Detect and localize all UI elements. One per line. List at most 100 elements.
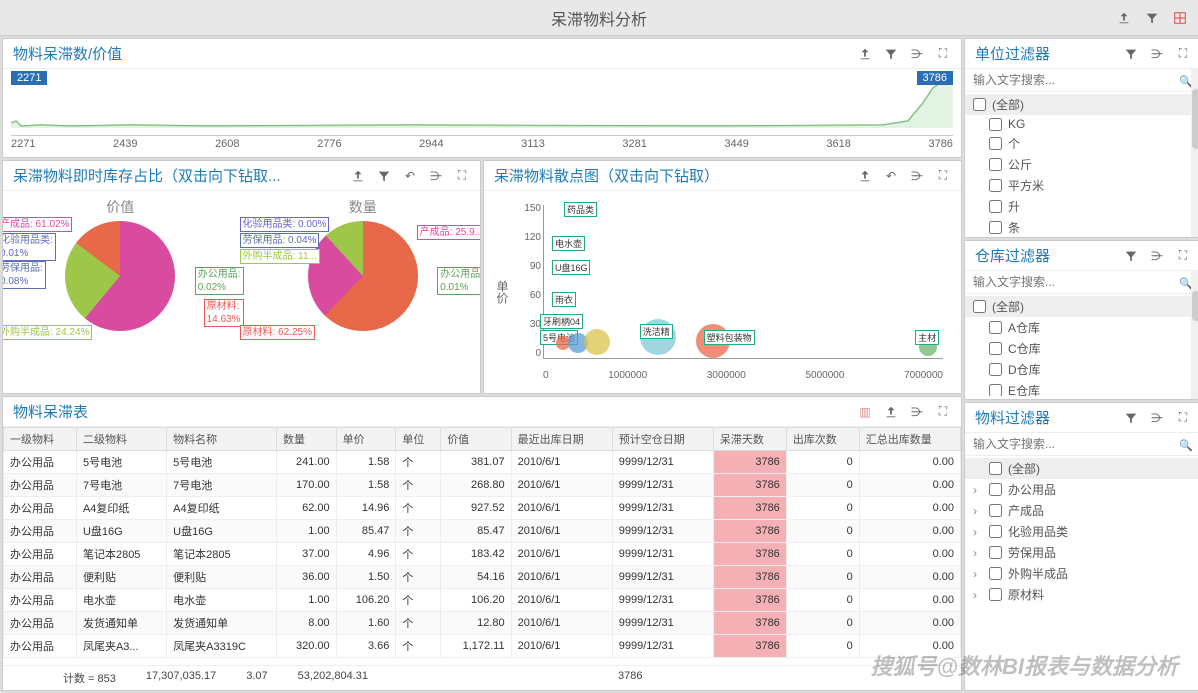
filter-item[interactable]: 条 [973, 217, 1193, 234]
table-header[interactable]: 出库次数 [786, 428, 859, 451]
pie1-subtitle: 价值 [106, 197, 134, 217]
table-header[interactable]: 二级物料 [76, 428, 166, 451]
filter-item[interactable]: 升 [973, 196, 1193, 217]
grid-icon[interactable] [1172, 10, 1188, 26]
export-icon[interactable] [883, 404, 899, 420]
expand-icon[interactable]: ⛶ [935, 168, 951, 184]
titlebar: 呆滞物料分析 [0, 0, 1198, 36]
filter-wh-search[interactable] [965, 271, 1198, 294]
table-title: 物料呆滞表 [13, 401, 88, 422]
options-icon[interactable]: ⋺ [909, 168, 925, 184]
filter-icon[interactable] [883, 46, 899, 62]
scatter-title: 呆滞物料散点图（双击向下钻取） [494, 165, 719, 186]
titlebar-tools [1116, 10, 1188, 26]
scatter-chart[interactable]: 030 6090 120150 药品类 电水壶 U盘16G 雨衣 牙刷柄04 5… [513, 195, 953, 389]
options-icon[interactable]: ⋺ [428, 168, 444, 184]
table-header[interactable]: 一级物料 [4, 428, 77, 451]
filter-item[interactable]: › 外购半成品 [973, 563, 1193, 584]
table-row[interactable]: 办公用品凤尾夹A3...凤尾夹A3319C320.003.66个1,172.11… [4, 635, 961, 658]
line-chart[interactable]: 2271 3786 22712439 26082776 29443113 328… [3, 69, 961, 157]
filter-icon[interactable] [1123, 410, 1139, 426]
filter-item[interactable]: 公斤 [973, 154, 1193, 175]
expand-icon[interactable]: ⛶ [1175, 410, 1191, 426]
table-row[interactable]: 办公用品A4复印纸A4复印纸62.0014.96个927.522010/6/19… [4, 497, 961, 520]
topline-title: 物料呆滞数/价值 [13, 43, 122, 64]
scrollbar-thumb[interactable] [1192, 89, 1198, 149]
panel-table: 物料呆滞表 ▥ ⋺ ⛶ 一级物料二级物料物料名称数量单价单位价值最近出库日期预计… [2, 396, 962, 691]
filter-item-all[interactable]: (全部) [965, 296, 1198, 317]
scrollbar-thumb[interactable] [1192, 291, 1198, 321]
table-header[interactable]: 价值 [441, 428, 511, 451]
table-row[interactable]: 办公用品发货通知单发货通知单8.001.60个12.802010/6/19999… [4, 612, 961, 635]
filter-mat-title: 物料过滤器 [975, 407, 1050, 428]
filter-item[interactable]: D仓库 [973, 359, 1193, 380]
scatter-ylabel: 单价 [492, 195, 513, 389]
data-table[interactable]: 一级物料二级物料物料名称数量单价单位价值最近出库日期预计空仓日期呆滞天数出库次数… [3, 427, 961, 658]
columns-icon[interactable]: ▥ [857, 404, 873, 420]
filter-item[interactable]: E仓库 [973, 380, 1193, 396]
table-row[interactable]: 办公用品便利贴便利贴36.001.50个54.162010/6/19999/12… [4, 566, 961, 589]
options-icon[interactable]: ⋺ [909, 46, 925, 62]
table-row[interactable]: 办公用品U盘16GU盘16G1.0085.47个85.472010/6/1999… [4, 520, 961, 543]
expand-icon[interactable]: ⛶ [454, 168, 470, 184]
options-icon[interactable]: ⋺ [1149, 46, 1165, 62]
table-header[interactable]: 单价 [336, 428, 396, 451]
line-xaxis: 22712439 26082776 29443113 32813449 3618… [11, 135, 953, 152]
filter-icon[interactable] [1123, 248, 1139, 264]
table-header[interactable]: 预计空仓日期 [612, 428, 713, 451]
filter-item[interactable]: A仓库 [973, 317, 1193, 338]
filter-icon[interactable] [1123, 46, 1139, 62]
panel-filter-material: 物料过滤器 ⋺ ⛶ 🔍 (全部)› 办公用品› 产成品› 化验用品类› 劳保用品… [964, 402, 1198, 691]
filter-item-all[interactable]: (全部) [965, 458, 1198, 479]
filter-wh-title: 仓库过滤器 [975, 245, 1050, 266]
filter-unit-title: 单位过滤器 [975, 43, 1050, 64]
expand-icon[interactable]: ⛶ [1175, 46, 1191, 62]
table-row[interactable]: 办公用品笔记本2805笔记本280537.004.96个183.422010/6… [4, 543, 961, 566]
panel-pie: 呆滞物料即时库存占比（双击向下钻取... ↶ ⋺ ⛶ 价值 [2, 160, 481, 394]
options-icon[interactable]: ⋺ [1149, 248, 1165, 264]
pie2-subtitle: 数量 [349, 197, 377, 217]
filter-mat-search[interactable] [965, 433, 1198, 456]
search-icon: 🔍 [1179, 439, 1193, 452]
undo-icon[interactable]: ↶ [883, 168, 899, 184]
options-icon[interactable]: ⋺ [909, 404, 925, 420]
filter-item[interactable]: › 办公用品 [973, 479, 1193, 500]
filter-icon[interactable] [1144, 10, 1160, 26]
expand-icon[interactable]: ⛶ [935, 404, 951, 420]
table-header[interactable]: 汇总出库数量 [859, 428, 960, 451]
filter-item[interactable]: › 化验用品类 [973, 521, 1193, 542]
expand-icon[interactable]: ⛶ [1175, 248, 1191, 264]
pie-chart-value[interactable] [65, 221, 175, 331]
export-icon[interactable] [1116, 10, 1132, 26]
undo-icon[interactable]: ↶ [402, 168, 418, 184]
expand-icon[interactable]: ⛶ [935, 46, 951, 62]
panel-filter-warehouse: 仓库过滤器 ⋺ ⛶ 🔍 (全部) A仓库 C仓库 D仓库 E仓库 [964, 240, 1198, 400]
panel-scatter: 呆滞物料散点图（双击向下钻取） ↶ ⋺ ⛶ 单价 030 [483, 160, 962, 394]
table-header[interactable]: 物料名称 [167, 428, 277, 451]
filter-item[interactable]: › 劳保用品 [973, 542, 1193, 563]
app-title: 呆滞物料分析 [551, 6, 647, 30]
table-header[interactable]: 单位 [396, 428, 441, 451]
filter-item[interactable]: 个 [973, 133, 1193, 154]
filter-item[interactable]: C仓库 [973, 338, 1193, 359]
pie-chart-qty[interactable] [308, 221, 418, 331]
filter-item[interactable]: KG [973, 115, 1193, 133]
table-header[interactable]: 最近出库日期 [511, 428, 612, 451]
line-start-tag: 2271 [11, 71, 47, 85]
export-icon[interactable] [857, 168, 873, 184]
filter-unit-search[interactable] [965, 69, 1198, 92]
table-row[interactable]: 办公用品7号电池7号电池170.001.58个268.802010/6/1999… [4, 474, 961, 497]
filter-icon[interactable] [376, 168, 392, 184]
table-row[interactable]: 办公用品电水壶电水壶1.00106.20个106.202010/6/19999/… [4, 589, 961, 612]
table-header[interactable]: 呆滞天数 [713, 428, 786, 451]
filter-item-all[interactable]: (全部) [965, 94, 1198, 115]
export-icon[interactable] [857, 46, 873, 62]
filter-item[interactable]: › 原材料 [973, 584, 1193, 605]
table-row[interactable]: 办公用品5号电池5号电池241.001.58个381.072010/6/1999… [4, 451, 961, 474]
table-header[interactable]: 数量 [276, 428, 336, 451]
options-icon[interactable]: ⋺ [1149, 410, 1165, 426]
export-icon[interactable] [350, 168, 366, 184]
filter-item[interactable]: › 产成品 [973, 500, 1193, 521]
filter-item[interactable]: 平方米 [973, 175, 1193, 196]
line-end-tag: 3786 [917, 71, 953, 85]
